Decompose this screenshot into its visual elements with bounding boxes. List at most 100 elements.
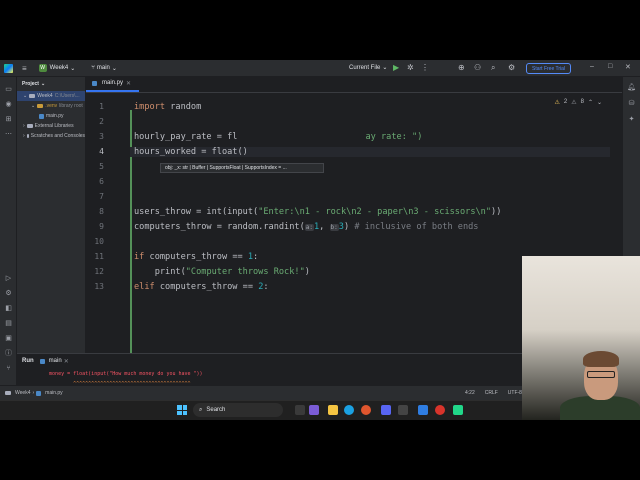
python-console-icon[interactable]: ◧ [4, 304, 13, 313]
edge-icon[interactable] [344, 405, 354, 415]
settings-gear-icon[interactable]: ⚙ [508, 63, 515, 72]
run-configuration-selector[interactable]: Current File ⌄ [349, 64, 388, 72]
project-panel: Project ⌄ ⌄ Week4 C:\Users\... ⌄ .venv librar… [17, 77, 86, 353]
tree-item-label: External Libraries [34, 123, 74, 129]
file-encoding[interactable]: UTF-8 [508, 390, 522, 396]
run-tool-icon[interactable]: ▷ [4, 274, 13, 283]
maximize-button[interactable]: □ [608, 63, 612, 70]
main-menu-icon[interactable]: ≡ [22, 64, 27, 73]
project-switcher[interactable]: Week4 ⌄ [50, 65, 76, 72]
chevron-icon[interactable]: › [23, 123, 25, 129]
vcs-branch-widget[interactable]: ⑂ main ⌄ [91, 65, 117, 72]
line-number: 3 [99, 132, 104, 141]
caret-position[interactable]: 4:22 [465, 390, 475, 396]
app-icon[interactable] [418, 405, 428, 415]
status-widgets: 4:22 CRLF UTF-8 [465, 390, 522, 396]
tree-item-label: main.py [46, 113, 64, 119]
tree-item-note: library root [59, 103, 83, 109]
project-badge[interactable]: W [38, 64, 47, 72]
discord-icon[interactable] [381, 405, 391, 415]
commit-tool-icon[interactable]: ◉ [4, 100, 13, 109]
structure-tool-icon[interactable]: ⊞ [4, 115, 13, 124]
python-packages-icon[interactable]: ⚙ [4, 289, 13, 298]
add-user-icon[interactable]: ⚇ [474, 63, 481, 72]
python-file-icon [92, 80, 97, 86]
code-token: print( [134, 267, 186, 277]
left-tool-strip: ▭ ◉ ⊞ ⋯ ▷ ⚙ ◧ ▤ ▣ ⓘ ⑂ [0, 77, 17, 400]
file-explorer-icon[interactable] [328, 405, 338, 415]
firefox-icon[interactable] [361, 405, 371, 415]
code-token: : [263, 282, 269, 292]
run-tab-main[interactable]: main ✕ [39, 358, 69, 365]
parameter-hint: a: [304, 224, 314, 231]
chrome-icon[interactable] [435, 405, 445, 415]
search-icon[interactable]: ⌕ [491, 63, 495, 73]
project-tool-icon[interactable]: ▭ [4, 85, 13, 94]
run-icon[interactable]: ▶ [393, 63, 399, 72]
editor-tab-bar: main.py ✕ [86, 77, 622, 93]
start-free-trial-button[interactable]: Start Free Trial [526, 63, 572, 74]
project-tree-item[interactable]: › External Libraries [17, 121, 85, 131]
pycharm-logo-icon [4, 63, 13, 73]
line-number: 9 [99, 222, 104, 231]
problems-icon[interactable]: ⓘ [4, 349, 13, 358]
folder-icon [26, 134, 29, 138]
line-number: 10 [94, 237, 104, 246]
line-number: 11 [94, 252, 104, 261]
services-icon[interactable]: ▤ [4, 319, 13, 328]
task-view-icon[interactable] [295, 405, 305, 415]
notifications-icon[interactable]: 🔔︎ [627, 83, 636, 92]
breadcrumb-file[interactable]: main.py [45, 390, 63, 396]
chevron-down-icon: ⌄ [382, 65, 388, 71]
minimize-button[interactable]: – [590, 63, 594, 70]
code-token: computers_throw == [144, 252, 248, 262]
close-tab-icon[interactable]: ✕ [64, 358, 69, 365]
chevron-icon[interactable]: › [23, 133, 25, 139]
tree-item-label: Week4 [37, 93, 53, 99]
close-window-button[interactable]: ✕ [625, 63, 631, 71]
line-number: 4 [99, 147, 104, 156]
database-icon[interactable]: ⛁ [627, 99, 636, 108]
debug-icon[interactable]: ✲ [407, 63, 414, 72]
project-tree: ⌄ Week4 C:\Users\... ⌄ .venv library root mai… [17, 91, 85, 141]
terminal-app-icon[interactable] [398, 405, 408, 415]
code-token: ) [343, 222, 355, 232]
version-control-icon[interactable]: ⑂ [4, 364, 13, 373]
breadcrumb: Week4 › main.py [0, 390, 63, 396]
chevron-icon[interactable]: ⌄ [23, 93, 27, 99]
chevron-icon[interactable]: ⌄ [31, 103, 35, 109]
project-tree-item[interactable]: › Scratches and Consoles [17, 131, 85, 141]
line-number-gutter: 1 2 3 4 5 6 7 8 9 10 11 12 13 [86, 93, 116, 353]
breadcrumb-project[interactable]: Week4 [15, 390, 30, 396]
code-line-13: elif computers_throw == 2: [134, 282, 269, 292]
pycharm-taskbar-icon[interactable] [453, 405, 463, 415]
run-tab-label: main [48, 358, 62, 364]
parameter-hint: b: [329, 224, 339, 231]
comment-token: # inclusive of both ends [354, 222, 479, 232]
folder-icon [26, 124, 33, 128]
taskbar-search[interactable]: ⌕ Search [193, 403, 283, 417]
more-actions-icon[interactable]: ⋮ [421, 63, 429, 72]
close-tab-icon[interactable]: ✕ [126, 80, 131, 87]
windows-start-icon[interactable] [177, 405, 187, 415]
project-panel-header[interactable]: Project ⌄ [17, 77, 85, 91]
tree-item-note: C:\Users\... [54, 93, 80, 99]
code-with-me-icon[interactable]: ⊕ [458, 63, 465, 72]
chevron-right-icon: › [32, 390, 35, 396]
chevron-down-icon: ⌄ [40, 81, 46, 87]
branch-icon: ⑂ [91, 65, 95, 71]
line-separator[interactable]: CRLF [485, 390, 498, 396]
copilot-icon[interactable] [309, 405, 319, 415]
tab-main-py[interactable]: main.py ✕ [86, 76, 140, 92]
folder-icon [29, 94, 36, 98]
code-token: computers_throw == [154, 282, 259, 292]
project-tree-item[interactable]: ⌄ Week4 C:\Users\... [17, 91, 85, 101]
more-tools-icon[interactable]: ⋯ [4, 130, 13, 139]
run-title: Run [22, 358, 34, 364]
terminal-icon[interactable]: ▣ [4, 334, 13, 343]
string-token: "Computer throws Rock!" [185, 267, 305, 277]
project-tree-item[interactable]: ⌄ .venv library root [17, 101, 85, 111]
project-tree-item[interactable]: main.py [17, 111, 85, 121]
ai-assistant-icon[interactable]: ✦ [627, 115, 636, 124]
chevron-down-icon: ⌄ [111, 65, 117, 72]
